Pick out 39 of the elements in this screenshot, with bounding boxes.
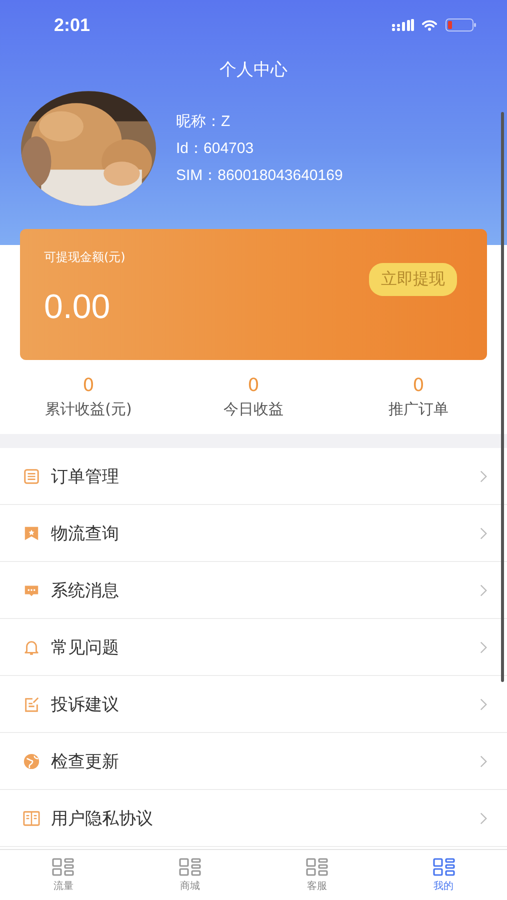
chevron-icon (480, 640, 487, 654)
stat-value: 0 (412, 375, 424, 396)
chevron-icon (480, 470, 487, 482)
wifi-icon (422, 20, 437, 30)
page-title: 个人中心 (218, 59, 288, 81)
menu-item[interactable]: 用户隐私协议 (0, 790, 507, 847)
stat-value: 0 (248, 375, 260, 396)
stat-label: 累计收益(元) (45, 400, 132, 419)
globe-icon (23, 752, 40, 770)
stat-value: 0 (82, 375, 94, 396)
status-time: 2:01 (54, 14, 90, 36)
chevron-icon (480, 812, 487, 824)
tab-item[interactable]: 我的 (380, 850, 507, 900)
grid-icon (52, 858, 74, 876)
grid-icon (306, 858, 328, 876)
grid-icon (179, 858, 202, 876)
balance-amount: 0.00 (44, 288, 112, 327)
chevron-icon (480, 698, 487, 710)
balance-label: 可提现金额(元) (44, 249, 126, 266)
stat-label: 今日收益 (224, 400, 284, 419)
profile-field: Id：604703 (176, 139, 343, 158)
menu-item[interactable]: 投诉建议 (0, 676, 507, 733)
tab-item[interactable]: 商城 (126, 850, 254, 900)
chevron-icon (480, 754, 487, 768)
menu-item[interactable]: 检查更新 (0, 733, 507, 790)
bookmark-icon (23, 524, 40, 542)
profile-field: SIM：860018043640169 (176, 166, 343, 185)
chevron-icon (480, 584, 487, 596)
stat-label: 推广订单 (388, 400, 448, 419)
chevron-icon (480, 526, 487, 540)
edit-icon (23, 696, 40, 712)
tab-item[interactable]: 客服 (254, 850, 380, 900)
grid-icon (432, 858, 455, 876)
profile-field: 昵称：Z (176, 112, 343, 131)
tab-item[interactable]: 流量 (0, 850, 127, 900)
list-icon (23, 468, 40, 484)
signal-icon (392, 19, 414, 31)
book-icon (23, 810, 40, 826)
bell-icon (23, 638, 40, 656)
